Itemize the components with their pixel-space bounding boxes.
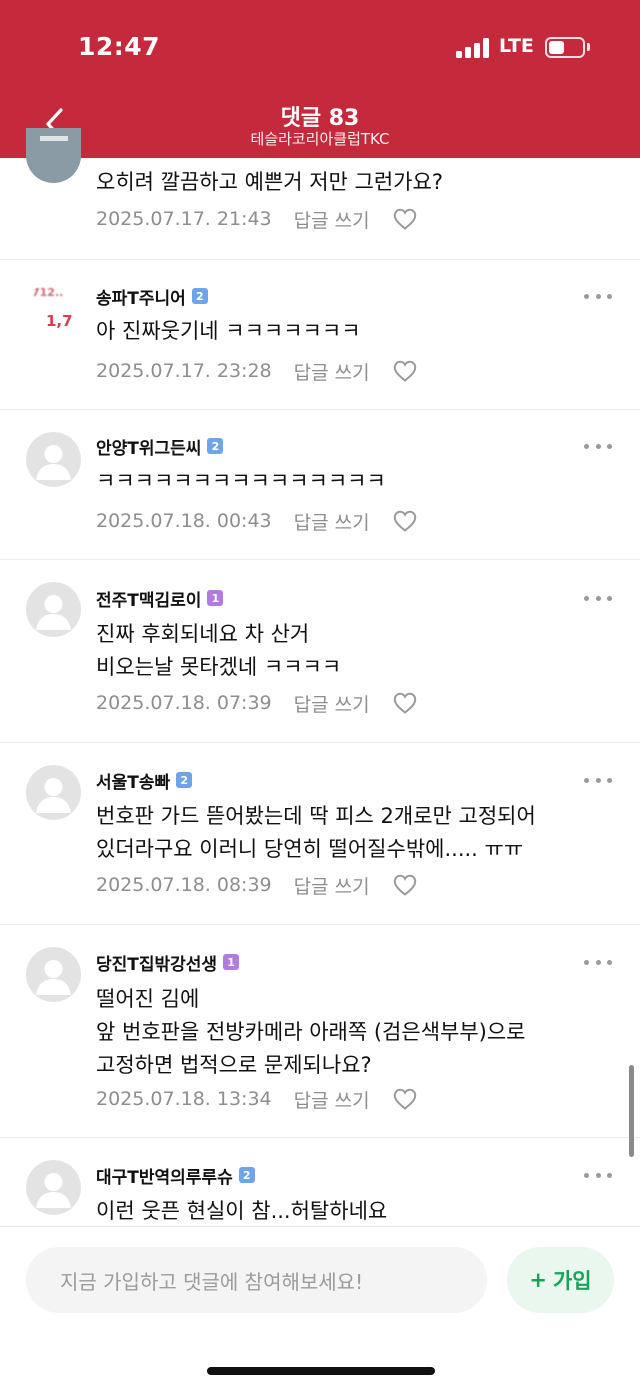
default-avatar-icon	[36, 445, 71, 480]
comment-item: 안양T위그든씨 2 ㅋㅋㅋㅋㅋㅋㅋㅋㅋㅋㅋㅋㅋㅋㅋ 2025.07.18. 00…	[0, 410, 640, 560]
comment-meta: 2025.07.18. 00:43 답글 쓰기	[96, 507, 418, 535]
avatar[interactable]	[26, 432, 81, 487]
reply-button[interactable]: 답글 쓰기	[294, 690, 370, 717]
join-button[interactable]: + 가입	[507, 1247, 614, 1313]
avatar[interactable]	[26, 128, 81, 183]
author-name[interactable]: 전주T맥김로이	[96, 586, 201, 611]
default-avatar-icon	[36, 960, 71, 995]
more-options-button[interactable]	[584, 288, 612, 304]
plus-icon: +	[529, 1268, 547, 1292]
status-time: 12:47	[78, 32, 161, 61]
battery-icon	[545, 37, 585, 58]
level-badge: 1	[223, 954, 240, 970]
avatar[interactable]: 712.. 1,7	[26, 282, 81, 337]
level-badge: 2	[238, 1167, 255, 1183]
author-name[interactable]: 서울T송빠	[96, 768, 170, 793]
comment-item: 오히려 깔끔하고 예쁜거 저만 그런가요? 2025.07.17. 21:43 …	[0, 128, 640, 260]
reply-button[interactable]: 답글 쓰기	[294, 1086, 370, 1113]
author-row: 전주T맥김로이 1	[96, 586, 224, 611]
reply-button[interactable]: 답글 쓰기	[294, 508, 370, 535]
reply-button[interactable]: 답글 쓰기	[294, 358, 370, 385]
page-subtitle: 테슬라코리아클럽TKC	[250, 130, 390, 148]
comment-item: 당진T집밖강선생 1 떨어진 김에 앞 번호판을 전방카메라 아래쪽 (검은색부…	[0, 925, 640, 1138]
default-avatar-icon	[36, 595, 71, 630]
avatar-photo-text: 712..	[32, 286, 64, 299]
comment-input-bar: 지금 가입하고 댓글에 참여해보세요! + 가입	[0, 1226, 640, 1388]
heart-icon	[393, 692, 416, 714]
comment-text: 떨어진 김에 앞 번호판을 전방카메라 아래쪽 (검은색부부)으로 고정하면 법…	[96, 987, 526, 1077]
author-name[interactable]: 대구T반역의루루슈	[96, 1163, 233, 1188]
like-button[interactable]	[392, 691, 418, 715]
avatar[interactable]	[26, 765, 81, 820]
comment-date: 2025.07.18. 08:39	[96, 874, 272, 896]
comment-item: 전주T맥김로이 1 진짜 후회되네요 차 산거 비오는날 못타겠네 ㅋㅋㅋㅋ 2…	[0, 560, 640, 743]
like-button[interactable]	[392, 359, 418, 383]
reply-button[interactable]: 답글 쓰기	[294, 872, 370, 899]
heart-icon	[393, 360, 416, 382]
signal-icon	[456, 38, 492, 58]
comment-meta: 2025.07.17. 21:43 답글 쓰기	[96, 205, 418, 233]
level-badge: 2	[176, 772, 193, 788]
reply-button[interactable]: 답글 쓰기	[294, 206, 370, 233]
heart-icon	[393, 1088, 416, 1110]
comment-date: 2025.07.17. 23:28	[96, 360, 272, 382]
comment-text: ㅋㅋㅋㅋㅋㅋㅋㅋㅋㅋㅋㅋㅋㅋㅋ	[96, 469, 386, 493]
header: 12:47 LTE 댓글 83 테슬라코리아클럽TKC	[0, 0, 640, 158]
comment-meta: 2025.07.18. 13:34 답글 쓰기	[96, 1085, 418, 1113]
author-row: 당진T집밖강선생 1	[96, 950, 240, 975]
default-avatar-icon	[36, 1173, 71, 1208]
more-options-button[interactable]	[584, 772, 612, 788]
author-name[interactable]: 송파T주니어	[96, 284, 186, 309]
comment-text: 진짜 후회되네요 차 산거 비오는날 못타겠네 ㅋㅋㅋㅋ	[96, 622, 342, 679]
comment-text: 이런 웃픈 현실이 참...허탈하네요	[96, 1199, 388, 1223]
comment-meta: 2025.07.18. 08:39 답글 쓰기	[96, 871, 418, 899]
heart-icon	[393, 874, 416, 896]
avatar[interactable]	[26, 582, 81, 637]
like-button[interactable]	[392, 873, 418, 897]
comment-item: 712.. 1,7 송파T주니어 2 아 진짜웃기네 ㅋㅋㅋㅋㅋㅋㅋ 2025.…	[0, 260, 640, 410]
home-indicator[interactable]	[207, 1367, 435, 1375]
like-button[interactable]	[392, 509, 418, 533]
author-row: 서울T송빠 2	[96, 768, 193, 793]
like-button[interactable]	[392, 207, 418, 231]
comment-date: 2025.07.18. 00:43	[96, 510, 272, 532]
more-options-button[interactable]	[584, 438, 612, 454]
comment-text: 번호판 가드 뜯어봤는데 딱 피스 2개로만 고정되어 있더라구요 이러니 당연…	[96, 804, 536, 861]
scrollbar[interactable]	[629, 1065, 634, 1157]
comment-item: 서울T송빠 2 번호판 가드 뜯어봤는데 딱 피스 2개로만 고정되어 있더라구…	[0, 743, 640, 925]
comment-date: 2025.07.18. 07:39	[96, 692, 272, 714]
comment-meta: 2025.07.17. 23:28 답글 쓰기	[96, 357, 418, 385]
like-button[interactable]	[392, 1087, 418, 1111]
avatar[interactable]	[26, 947, 81, 1002]
comment-text: 오히려 깔끔하고 예쁜거 저만 그런가요?	[96, 170, 443, 194]
battery-tip	[587, 43, 590, 51]
author-name[interactable]: 당진T집밖강선생	[96, 950, 217, 975]
heart-icon	[393, 510, 416, 532]
comment-date: 2025.07.18. 13:34	[96, 1088, 272, 1110]
network-label: LTE	[499, 35, 534, 57]
more-options-button[interactable]	[584, 1167, 612, 1183]
author-name[interactable]: 안양T위그든씨	[96, 434, 201, 459]
level-badge: 2	[207, 438, 224, 454]
comment-text: 아 진짜웃기네 ㅋㅋㅋㅋㅋㅋㅋ	[96, 319, 361, 343]
join-label: 가입	[552, 1269, 592, 1293]
comment-input[interactable]: 지금 가입하고 댓글에 참여해보세요!	[26, 1247, 487, 1313]
level-badge: 2	[191, 288, 208, 304]
author-row: 안양T위그든씨 2	[96, 434, 224, 459]
default-avatar-icon	[36, 778, 71, 813]
author-row: 송파T주니어 2	[96, 284, 208, 309]
avatar-photo-number: 1,7	[46, 312, 73, 330]
comment-date: 2025.07.17. 21:43	[96, 208, 272, 230]
more-options-button[interactable]	[584, 590, 612, 606]
level-badge: 1	[207, 590, 224, 606]
more-options-button[interactable]	[584, 954, 612, 970]
comment-meta: 2025.07.18. 07:39 답글 쓰기	[96, 689, 418, 717]
heart-icon	[393, 208, 416, 230]
author-row: 대구T반역의루루슈 2	[96, 1163, 255, 1188]
avatar[interactable]	[26, 1160, 81, 1215]
comment-item: 대구T반역의루루슈 2 이런 웃픈 현실이 참...허탈하네요	[0, 1138, 640, 1226]
